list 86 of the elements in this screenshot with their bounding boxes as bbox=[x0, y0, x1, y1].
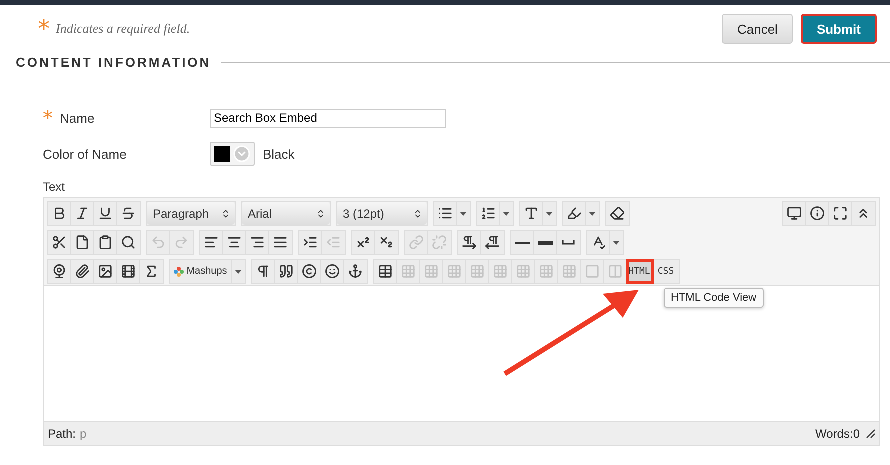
film-icon bbox=[120, 264, 136, 279]
columns-icon bbox=[608, 264, 622, 279]
path-label: Path: bbox=[48, 426, 76, 440]
quote-icon bbox=[278, 264, 294, 279]
required-mark: * bbox=[38, 17, 50, 41]
anchor-icon bbox=[348, 264, 363, 279]
space-icon bbox=[562, 240, 575, 245]
color-name: Black bbox=[263, 146, 295, 162]
grid-icon bbox=[424, 264, 438, 279]
format-select[interactable]: Paragraph bbox=[147, 202, 235, 225]
align-left-icon bbox=[204, 235, 218, 250]
updown-icon bbox=[316, 208, 326, 218]
caret-icon bbox=[589, 212, 596, 216]
field-label: Color of Name bbox=[43, 146, 127, 162]
toolbar-button[interactable]: CSS bbox=[653, 260, 679, 283]
underline-icon bbox=[98, 206, 112, 221]
text-type-icon bbox=[524, 206, 538, 221]
grid-icon bbox=[446, 264, 462, 279]
required-note: Indicates a required field. bbox=[56, 21, 190, 37]
caret-icon bbox=[546, 212, 553, 216]
monitor-icon bbox=[786, 206, 802, 221]
grid-icon bbox=[400, 264, 416, 279]
grid-icon bbox=[562, 264, 576, 279]
subscript-icon bbox=[379, 235, 394, 250]
document-icon bbox=[74, 235, 90, 250]
field-label: Text bbox=[42, 179, 66, 194]
link-icon bbox=[408, 235, 424, 250]
fullscreen-icon bbox=[832, 206, 848, 221]
numbered-list-icon bbox=[480, 206, 496, 221]
info-icon bbox=[810, 206, 824, 221]
tooltip: HTML Code View bbox=[664, 288, 764, 308]
line-icon bbox=[514, 242, 530, 244]
format-select[interactable]: Arial bbox=[242, 202, 330, 225]
redo-icon bbox=[174, 235, 189, 250]
italic-icon bbox=[74, 206, 90, 221]
caret-icon bbox=[503, 212, 510, 216]
updown-icon bbox=[413, 208, 423, 218]
format-select[interactable]: 3 (12pt) bbox=[337, 202, 427, 225]
caret-icon bbox=[460, 212, 467, 216]
indent-icon bbox=[302, 235, 318, 250]
search-icon bbox=[121, 235, 136, 250]
clipboard-icon bbox=[98, 235, 112, 250]
undo-icon bbox=[150, 235, 166, 250]
cancel-button[interactable]: Cancel bbox=[722, 14, 793, 44]
scissors-icon bbox=[52, 235, 66, 250]
unlink-icon bbox=[432, 235, 447, 250]
smile-icon bbox=[324, 264, 340, 279]
sigma-icon bbox=[144, 264, 159, 279]
path-value: p bbox=[80, 426, 87, 440]
bullet-list-icon bbox=[438, 206, 452, 221]
pilcrow-right-icon bbox=[462, 235, 476, 250]
highlighter-icon bbox=[566, 206, 582, 221]
strikethrough-icon bbox=[121, 206, 136, 221]
table-icon bbox=[378, 264, 392, 279]
dots-icon bbox=[174, 266, 184, 276]
square-icon bbox=[584, 264, 600, 279]
paperclip-icon bbox=[74, 264, 90, 279]
image-icon bbox=[98, 264, 112, 279]
chevron-down-icon bbox=[233, 145, 251, 163]
field-label: Name bbox=[60, 110, 95, 126]
toolbar-button[interactable]: HTML bbox=[627, 260, 653, 283]
superscript-icon bbox=[356, 235, 370, 250]
grid-icon bbox=[492, 264, 508, 279]
grid-icon bbox=[470, 264, 484, 279]
copyright-icon bbox=[302, 264, 316, 279]
caret-icon bbox=[235, 270, 242, 274]
outdent-icon bbox=[326, 235, 341, 250]
grid-icon bbox=[538, 264, 554, 279]
submit-button[interactable]: Submit bbox=[800, 14, 877, 44]
word-count: Words:0 bbox=[816, 426, 860, 440]
align-center-icon bbox=[226, 235, 242, 250]
required-mark: * bbox=[43, 108, 53, 128]
pilcrow-icon bbox=[256, 264, 270, 279]
align-justify-icon bbox=[273, 235, 288, 250]
align-right-icon bbox=[250, 235, 264, 250]
caret-icon bbox=[613, 240, 620, 244]
section-title: CONTENT INFORMATION bbox=[16, 55, 212, 70]
webcam-icon bbox=[52, 264, 66, 279]
resize-grip-icon bbox=[866, 429, 875, 438]
grid-icon bbox=[516, 264, 530, 279]
eraser-icon bbox=[610, 206, 625, 221]
updown-icon bbox=[221, 208, 231, 218]
color-picker[interactable] bbox=[210, 142, 255, 166]
pilcrow-left-icon bbox=[485, 235, 500, 250]
name-input[interactable]: Search Box Embed bbox=[210, 108, 446, 128]
mashups-menu-button[interactable]: Mashups bbox=[170, 260, 232, 283]
